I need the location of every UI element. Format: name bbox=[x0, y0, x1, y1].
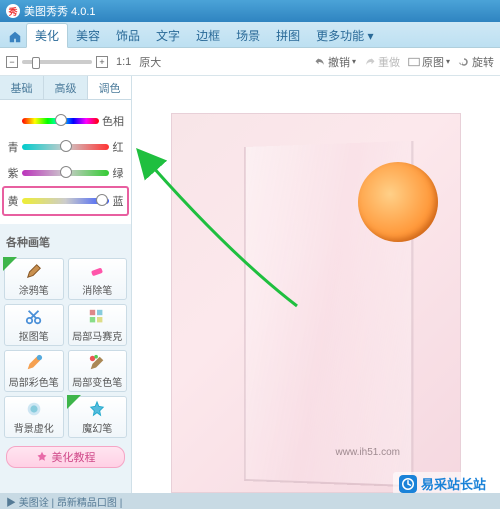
slider-hue[interactable]: 色相 bbox=[4, 108, 127, 134]
brush-section-title: 各种画笔 bbox=[0, 230, 131, 254]
color-pen-icon bbox=[25, 354, 43, 372]
side-panel: 基础 高级 调色 色相 青 红 紫 绿 黄 蓝 bbox=[0, 76, 132, 509]
zoom-out-icon[interactable]: − bbox=[6, 56, 18, 68]
main-tabs: 美化 美容 饰品 文字 边框 场景 拼图 更多功能 ▾ bbox=[0, 22, 500, 48]
tab-cosmetic[interactable]: 美容 bbox=[68, 24, 108, 47]
watermark-logo-icon bbox=[399, 475, 417, 493]
slider-purple-green[interactable]: 紫 绿 bbox=[4, 160, 127, 186]
tutorial-button[interactable]: 美化教程 bbox=[6, 446, 125, 468]
slider-yellow-blue[interactable]: 黄 蓝 bbox=[2, 186, 129, 216]
undo-icon bbox=[314, 56, 326, 68]
magic-icon bbox=[88, 400, 106, 418]
hue-label: 色相 bbox=[101, 113, 125, 129]
brush-mosaic[interactable]: 局部马赛克 bbox=[68, 304, 128, 346]
rotate-icon bbox=[458, 56, 470, 68]
slider-cyan-red[interactable]: 青 红 bbox=[4, 134, 127, 160]
side-tab-color[interactable]: 调色 bbox=[88, 76, 131, 99]
tab-beautify[interactable]: 美化 bbox=[26, 23, 68, 48]
tab-scene[interactable]: 场景 bbox=[228, 24, 268, 47]
image-icon bbox=[408, 56, 420, 68]
redo-icon bbox=[364, 56, 376, 68]
zoom-slider[interactable] bbox=[22, 60, 92, 64]
app-logo-icon: 秀 bbox=[6, 4, 20, 18]
brush-doodle[interactable]: 涂鸦笔 bbox=[4, 258, 64, 300]
side-tab-advanced[interactable]: 高级 bbox=[44, 76, 88, 99]
zoom-11-button[interactable]: 1:1 bbox=[116, 56, 131, 68]
undo-button[interactable]: 撤销▾ bbox=[314, 54, 356, 70]
rotate-button[interactable]: 旋转 bbox=[458, 54, 494, 70]
orange-slice bbox=[358, 162, 438, 242]
mosaic-icon bbox=[88, 308, 106, 326]
tab-collage[interactable]: 拼图 bbox=[268, 24, 308, 47]
status-bar: ▶ 美图诠 | 昂新精品口图 | bbox=[0, 493, 500, 509]
tab-border[interactable]: 边框 bbox=[188, 24, 228, 47]
canvas-area[interactable]: www.ih51.com 易采站长站 bbox=[132, 76, 500, 509]
tab-accessories[interactable]: 饰品 bbox=[108, 24, 148, 47]
ribbon-new-icon bbox=[67, 395, 87, 415]
color-sliders: 色相 青 红 紫 绿 黄 蓝 bbox=[0, 100, 131, 224]
brush-recolor[interactable]: 局部变色笔 bbox=[68, 350, 128, 392]
ribbon-icon bbox=[3, 257, 23, 277]
photo-preview: www.ih51.com bbox=[171, 113, 461, 493]
star-icon bbox=[36, 451, 48, 463]
brush-magic[interactable]: 魔幻笔 bbox=[68, 396, 128, 438]
eraser-icon bbox=[88, 262, 106, 280]
blur-icon bbox=[25, 400, 43, 418]
zoom-orig-button[interactable]: 原大 bbox=[139, 54, 161, 70]
zoom-in-icon[interactable]: + bbox=[96, 56, 108, 68]
zoom-control[interactable]: − + bbox=[6, 56, 108, 68]
original-button[interactable]: 原图▾ bbox=[408, 54, 450, 70]
home-icon[interactable] bbox=[4, 27, 26, 47]
title-bar: 秀 美图秀秀 4.0.1 bbox=[0, 0, 500, 22]
watermark-url: www.ih51.com bbox=[336, 447, 400, 458]
brush-blur[interactable]: 背景虚化 bbox=[4, 396, 64, 438]
app-title: 美图秀秀 4.0.1 bbox=[24, 3, 96, 19]
redo-button[interactable]: 重做 bbox=[364, 54, 400, 70]
side-tabs: 基础 高级 调色 bbox=[0, 76, 131, 100]
tab-text[interactable]: 文字 bbox=[148, 24, 188, 47]
brush-local-color[interactable]: 局部彩色笔 bbox=[4, 350, 64, 392]
side-tab-basic[interactable]: 基础 bbox=[0, 76, 44, 99]
brush-grid: 涂鸦笔 消除笔 抠图笔 局部马赛克 局部彩色笔 局部变色笔 bbox=[0, 254, 131, 442]
canvas-toolbar: − + 1:1 原大 撤销▾ 重做 原图▾ 旋转 bbox=[0, 48, 500, 76]
brush-eraser[interactable]: 消除笔 bbox=[68, 258, 128, 300]
tab-more[interactable]: 更多功能 ▾ bbox=[308, 24, 381, 47]
brush-cutout[interactable]: 抠图笔 bbox=[4, 304, 64, 346]
scissors-icon bbox=[25, 308, 43, 326]
site-watermark: 易采站长站 bbox=[393, 472, 492, 495]
recolor-icon bbox=[88, 354, 106, 372]
pen-icon bbox=[25, 262, 43, 280]
